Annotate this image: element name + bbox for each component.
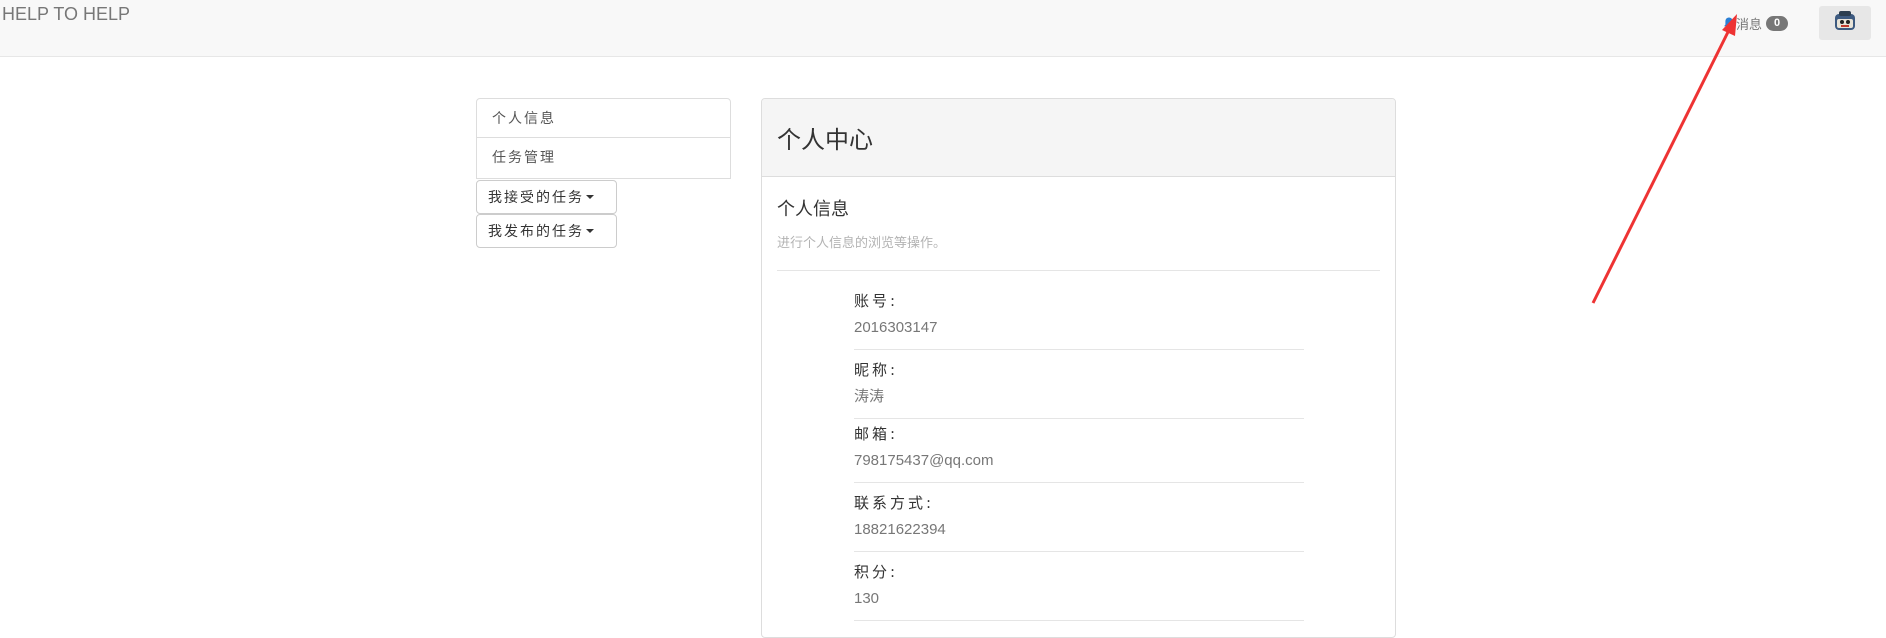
sidebar-item-task-management[interactable]: 任务管理 (476, 138, 731, 179)
panel-heading: 个人中心 (762, 99, 1395, 177)
section-subtitle: 进行个人信息的浏览等操作。 (777, 236, 947, 251)
accepted-tasks-label: 我接受的任务 (488, 190, 584, 206)
sidebar-menu: 个人信息 任务管理 (476, 98, 731, 179)
field-value: 130 (854, 590, 880, 607)
field-points: 积分: 130 (854, 561, 1304, 609)
field-nickname: 昵称: 涛涛 (854, 359, 1304, 407)
messages-label: 消息 (1736, 17, 1763, 33)
sidebar-item-profile[interactable]: 个人信息 (476, 98, 731, 138)
field-label: 邮箱: (854, 425, 899, 443)
field-label: 联系方式: (854, 494, 935, 512)
accepted-tasks-dropdown[interactable]: 我接受的任务 (476, 180, 617, 214)
field-label: 积分: (854, 563, 899, 581)
personal-center-panel: 个人中心 个人信息 进行个人信息的浏览等操作。 账号: 2016303147 昵… (761, 98, 1396, 638)
divider (854, 620, 1304, 621)
top-navbar: HELP TO HELP 消息 0 (0, 0, 1886, 57)
section-title: 个人信息 (777, 199, 849, 220)
field-contact: 联系方式: 18821622394 (854, 492, 1304, 540)
divider (854, 482, 1304, 483)
divider (854, 349, 1304, 350)
divider (854, 418, 1304, 419)
messages-count-badge: 0 (1766, 15, 1789, 31)
brand-link[interactable]: HELP TO HELP (2, 4, 130, 25)
field-account: 账号: 2016303147 (854, 290, 1304, 338)
caret-down-icon (586, 229, 594, 233)
field-label: 账号: (854, 292, 899, 310)
divider (777, 270, 1380, 271)
field-label: 昵称: (854, 361, 899, 379)
published-tasks-label: 我发布的任务 (488, 224, 584, 240)
field-email: 邮箱: 798175437@qq.com (854, 423, 1304, 471)
messages-link[interactable]: 消息 0 (1722, 12, 1789, 34)
field-value: 2016303147 (854, 319, 938, 336)
panel-title: 个人中心 (777, 126, 873, 154)
published-tasks-dropdown[interactable]: 我发布的任务 (476, 214, 617, 248)
caret-down-icon (586, 195, 594, 199)
avatar-icon (1832, 10, 1858, 36)
divider (854, 551, 1304, 552)
bell-icon (1722, 16, 1736, 30)
user-avatar-button[interactable] (1819, 6, 1871, 40)
field-value: 涛涛 (854, 388, 885, 405)
field-value: 798175437@qq.com (854, 452, 994, 469)
field-value: 18821622394 (854, 521, 946, 538)
